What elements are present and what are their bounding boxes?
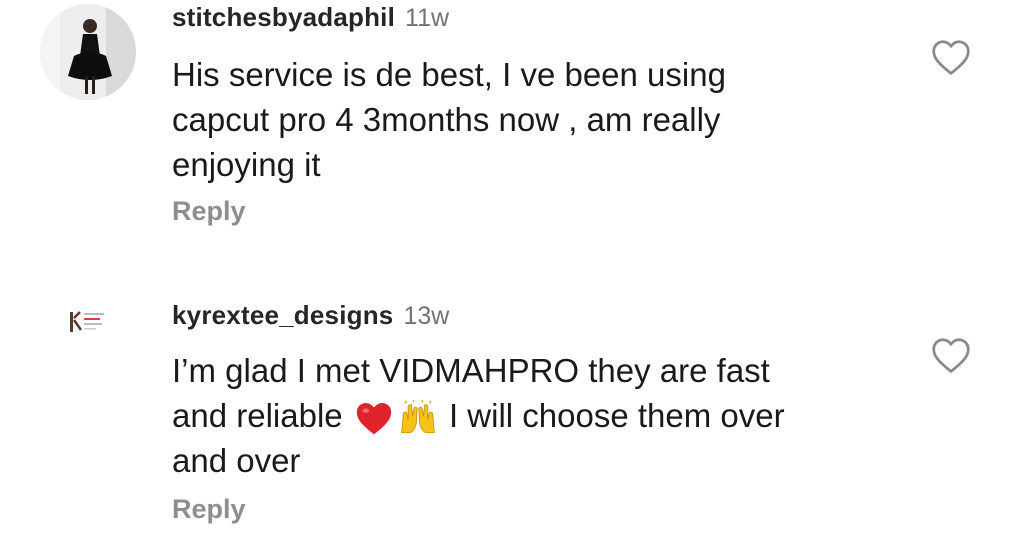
avatar[interactable] <box>40 4 136 100</box>
username[interactable]: stitchesbyadaphil <box>172 2 395 32</box>
heart-outline-icon <box>932 40 970 75</box>
like-button[interactable] <box>930 336 972 374</box>
like-button[interactable] <box>930 38 972 76</box>
comment-item: kyrextee_designs 13w I’m glad I met VIDMA… <box>0 294 1024 552</box>
timestamp: 13w <box>403 302 450 330</box>
avatar[interactable] <box>64 310 112 358</box>
timestamp: 11w <box>405 4 450 32</box>
comment-header: kyrextee_designs 13w <box>172 300 449 331</box>
user-photo-icon <box>40 4 136 100</box>
brand-logo-icon <box>70 311 104 332</box>
comment-text: His service is de best, I ve been using … <box>172 56 726 183</box>
reply-button[interactable]: Reply <box>172 494 246 525</box>
username[interactable]: kyrextee_designs <box>172 300 393 330</box>
comment-item: stitchesbyadaphil 11w His service is de b… <box>0 0 1024 260</box>
raising-hands-emoji-icon <box>400 400 435 434</box>
red-heart-emoji-icon <box>356 403 391 435</box>
comment-text: I’m glad I met VIDMAHPRO they are fast a… <box>172 348 892 483</box>
reply-button[interactable]: Reply <box>172 196 246 227</box>
comment-header: stitchesbyadaphil 11w <box>172 2 449 33</box>
heart-outline-icon <box>932 338 970 373</box>
